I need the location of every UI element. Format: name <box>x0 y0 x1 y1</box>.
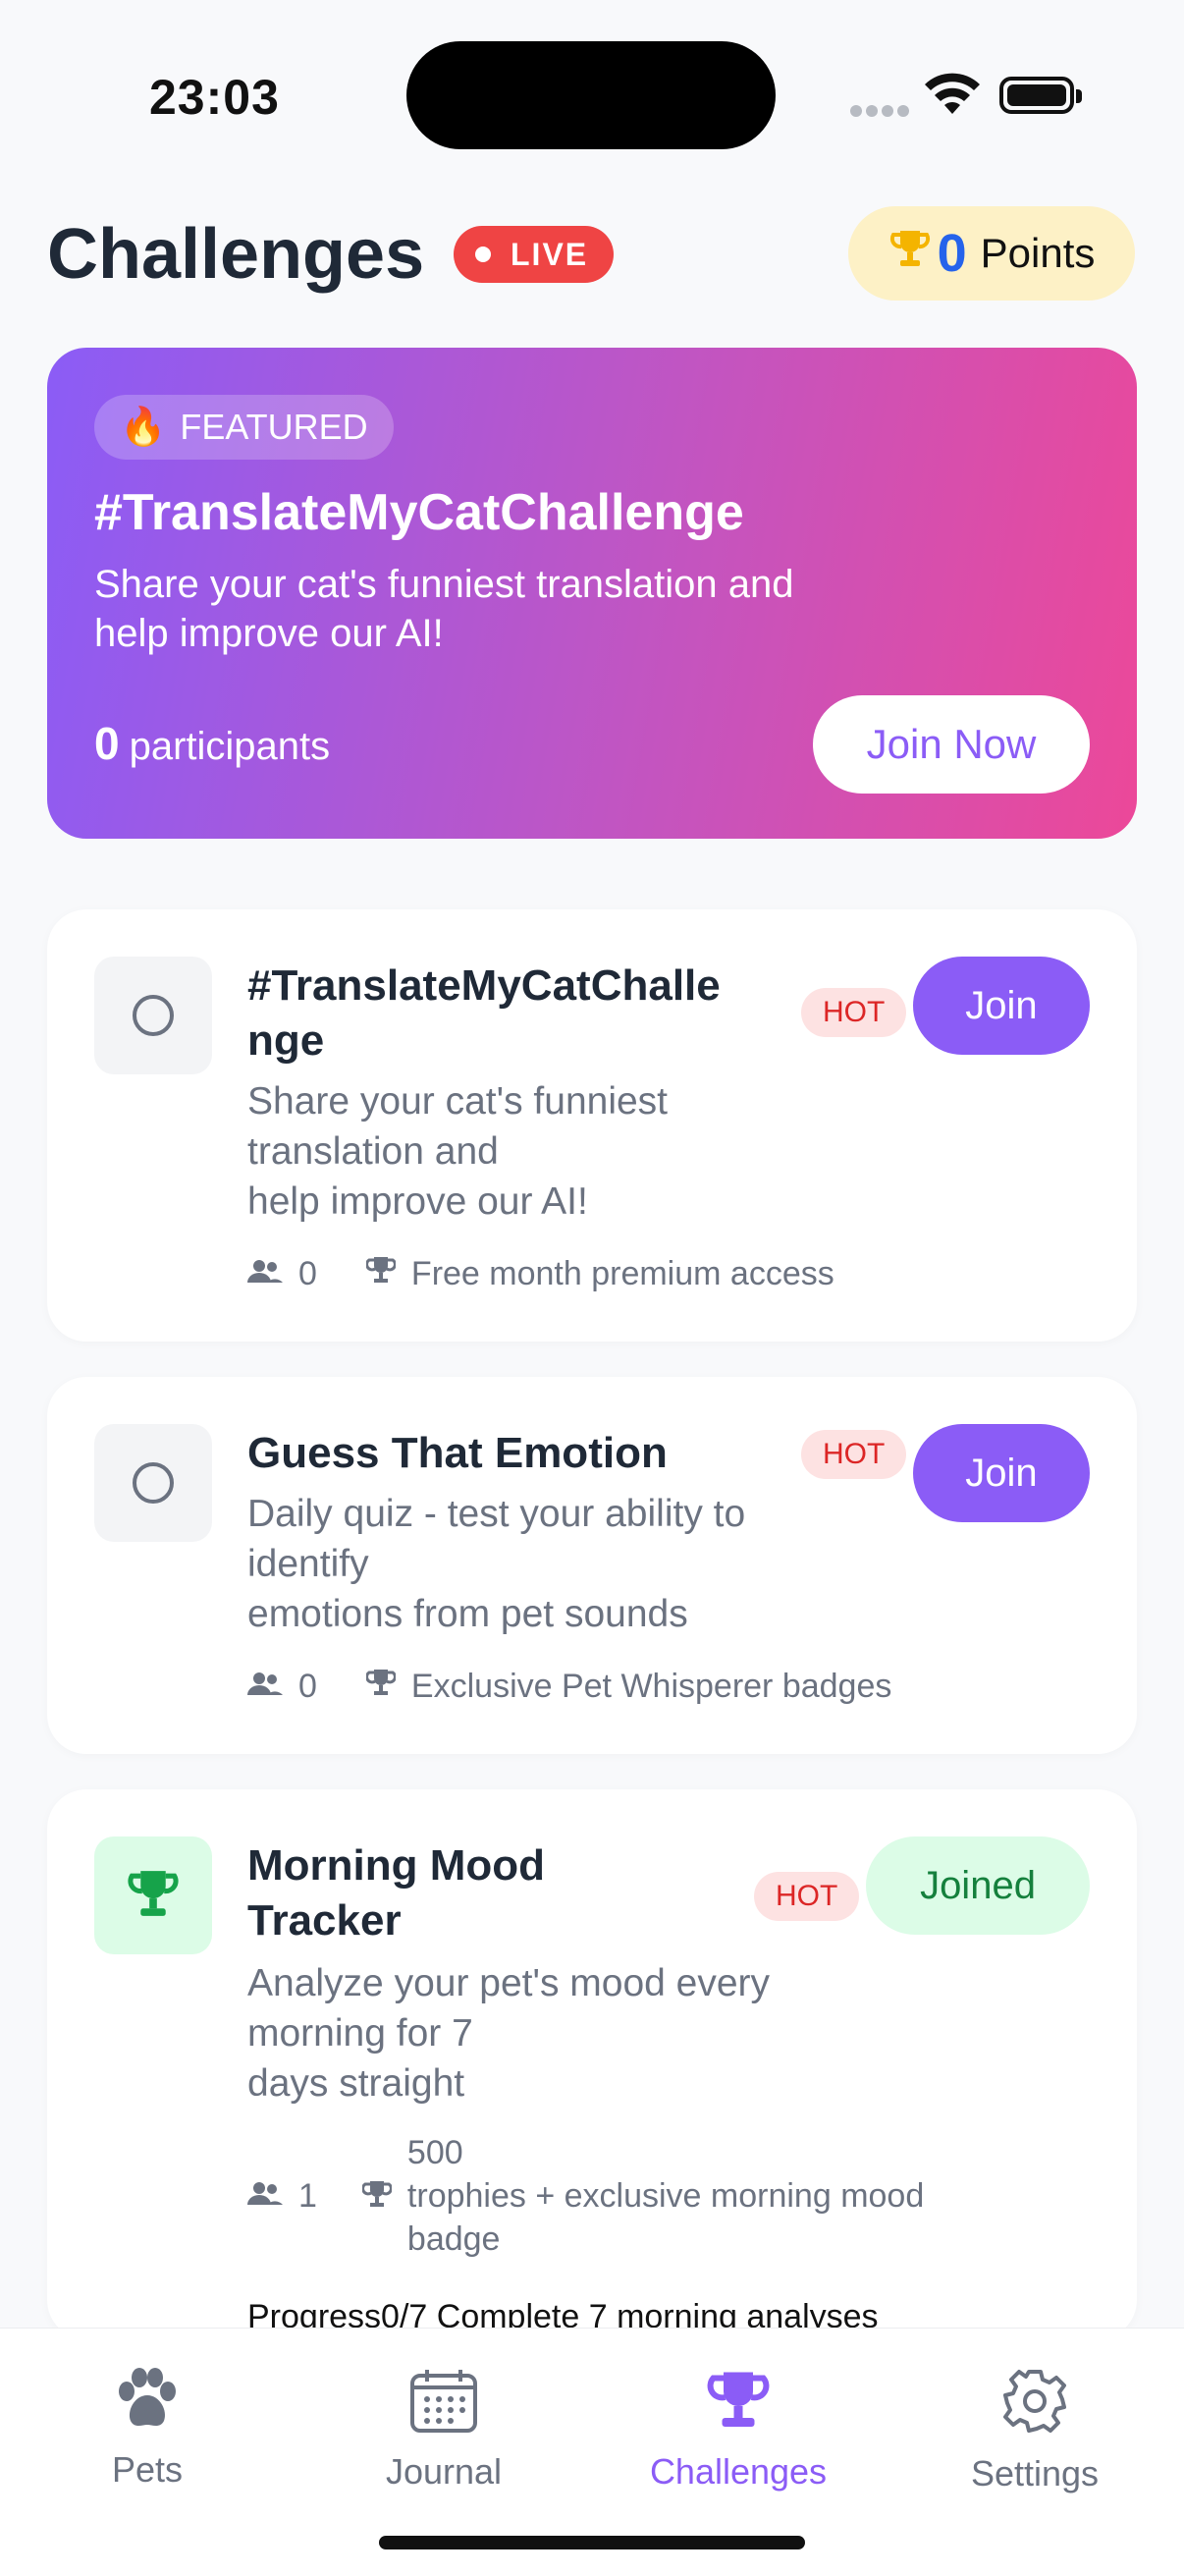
challenge-meta: 1 500 trophies + exclusive morning mood … <box>247 2131 924 2261</box>
empty-circle-icon <box>133 995 174 1036</box>
points-pill[interactable]: 0 Points <box>848 206 1135 301</box>
hot-badge: HOT <box>801 988 907 1037</box>
featured-title: #TranslateMyCatChallenge <box>94 484 744 541</box>
tab-pets[interactable]: Pets <box>0 2368 295 2491</box>
featured-participants-count: 0 <box>94 718 120 769</box>
challenge-card[interactable]: Morning Mood Tracker HOT Joined Analyze … <box>47 1789 1137 2339</box>
hot-badge: HOT <box>754 1872 860 1921</box>
wifi-icon <box>923 71 982 121</box>
participants-count: 0 <box>298 1668 317 1705</box>
featured-badge: 🔥 FEATURED <box>94 395 394 460</box>
trophy-icon <box>704 2368 773 2438</box>
challenge-meta: 0 Exclusive Pet Whisperer badges <box>247 1668 891 1706</box>
prize-text: 500 trophies + exclusive morning mood ba… <box>406 2134 925 2258</box>
live-label: LIVE <box>511 236 589 272</box>
challenge-description: Share your cat's funniest translation an… <box>247 1080 669 1223</box>
fire-icon: 🔥 <box>120 407 167 448</box>
live-dot-icon <box>475 247 491 262</box>
paw-icon <box>113 2368 182 2436</box>
challenge-card[interactable]: #TranslateMyCatChalle nge HOT Join Share… <box>47 909 1137 1342</box>
prize-trophy-icon <box>365 1255 397 1293</box>
points-value: 0 <box>937 224 967 283</box>
trophy-icon <box>888 227 932 280</box>
challenge-status-icon <box>94 1836 212 1954</box>
featured-participants-label: participants <box>129 725 331 768</box>
tab-label: Journal <box>385 2451 503 2492</box>
participants-count: 0 <box>298 1255 317 1292</box>
users-icon <box>247 1668 283 1706</box>
challenge-status-icon <box>94 957 212 1074</box>
cellular-signal-icon <box>850 104 913 122</box>
dynamic-island <box>406 41 776 149</box>
live-badge: LIVE <box>454 226 615 283</box>
joined-button[interactable]: Joined <box>866 1836 1090 1935</box>
points-label: Points <box>980 230 1096 276</box>
battery-icon <box>999 77 1082 114</box>
tab-label: Challenges <box>649 2451 828 2492</box>
calendar-icon <box>409 2368 478 2438</box>
page-title: Challenges <box>47 215 425 294</box>
tab-label: Settings <box>970 2453 1100 2494</box>
join-button[interactable]: Join <box>913 957 1090 1055</box>
challenge-meta: 0 Free month premium access <box>247 1255 834 1293</box>
prize-trophy-icon <box>365 1668 397 1706</box>
gear-icon <box>1000 2368 1069 2439</box>
featured-participants: 0 participants <box>94 717 330 770</box>
tab-label: Pets <box>111 2449 184 2490</box>
challenge-title: Guess That Emotion <box>247 1429 668 1477</box>
users-icon <box>247 1255 283 1293</box>
prize-trophy-icon <box>361 2179 393 2218</box>
join-button[interactable]: Join <box>913 1424 1090 1522</box>
empty-circle-icon <box>133 1462 174 1504</box>
featured-badge-label: FEATURED <box>180 407 368 447</box>
tab-challenges[interactable]: Challenges <box>591 2368 886 2493</box>
featured-challenge-card[interactable]: 🔥 FEATURED #TranslateMyCatChallenge Shar… <box>47 348 1137 839</box>
trophy-icon <box>126 1866 181 1926</box>
challenge-card[interactable]: Guess That Emotion HOT Join Daily quiz -… <box>47 1377 1137 1754</box>
prize-text: Free month premium access <box>410 1255 834 1292</box>
challenge-title: Morning Mood Tracker <box>247 1841 546 1945</box>
tab-settings[interactable]: Settings <box>888 2368 1182 2494</box>
participants-count: 1 <box>298 2176 317 2215</box>
tab-journal[interactable]: Journal <box>296 2368 591 2493</box>
home-indicator[interactable] <box>379 2536 805 2549</box>
featured-description: Share your cat's funniest translation an… <box>94 563 794 655</box>
hot-badge: HOT <box>801 1430 907 1479</box>
join-now-button[interactable]: Join Now <box>813 695 1090 794</box>
challenge-description: Daily quiz - test your ability to identi… <box>247 1493 746 1635</box>
challenge-title: #TranslateMyCatChalle nge <box>247 961 721 1065</box>
challenge-description: Analyze your pet's mood every morning fo… <box>247 1962 771 2105</box>
challenge-status-icon <box>94 1424 212 1542</box>
users-icon <box>247 2177 283 2216</box>
prize-text: Exclusive Pet Whisperer badges <box>410 1668 892 1705</box>
status-time: 23:03 <box>149 70 280 125</box>
